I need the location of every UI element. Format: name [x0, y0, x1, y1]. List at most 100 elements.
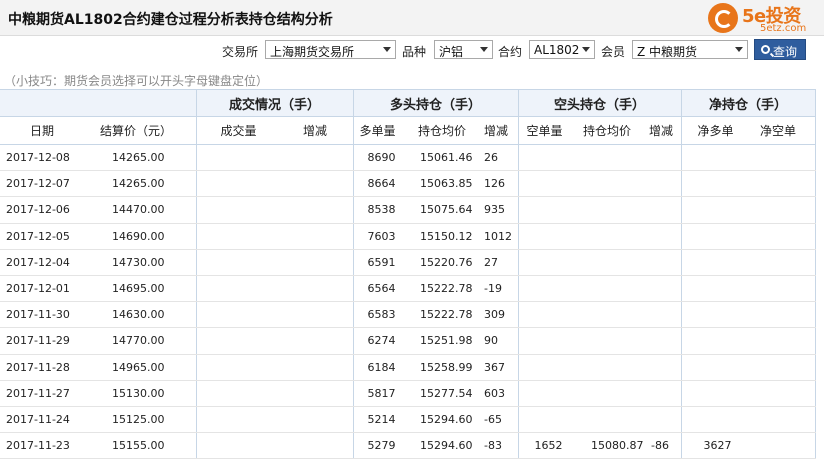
cell-short-avg — [579, 275, 650, 303]
cell-short-avg — [579, 354, 650, 381]
cell-volume-empty — [195, 223, 283, 250]
cell-volume-empty — [195, 380, 283, 407]
cell-settle: 15130.00 — [90, 380, 197, 407]
col-volume: 成交量 — [195, 116, 283, 145]
cell-long-avg: 15222.78 — [412, 301, 481, 329]
col-short-chg: 增减 — [649, 116, 682, 145]
cell-volume-empty — [195, 275, 283, 303]
member-select[interactable]: Z 中粮期货 — [632, 40, 748, 59]
cell-long-avg: 15150.12 — [412, 223, 481, 250]
cell-net-short — [744, 144, 816, 172]
logo-domain: 5etz.com — [760, 23, 807, 34]
cell-net-short — [744, 275, 816, 303]
cell-net-short — [744, 249, 816, 276]
col-long-avg: 持仓均价 — [412, 116, 481, 145]
cell-long-chg: -83 — [480, 432, 519, 460]
cell-short-avg — [579, 170, 650, 198]
table-group-header: 成交情况（手） 多头持仓（手） 空头持仓（手） 净持仓（手） — [0, 89, 816, 117]
cell-short-chg — [649, 196, 682, 224]
cell-short-chg — [649, 275, 682, 303]
cell-long: 5279 — [353, 432, 413, 460]
cell-volume-empty — [195, 170, 283, 198]
cell-volume-empty — [283, 144, 354, 172]
contract-label: 合约 — [498, 45, 523, 59]
search-icon — [761, 45, 770, 54]
cell-long-avg: 15251.98 — [412, 327, 481, 355]
cell-short-chg — [649, 170, 682, 198]
cell-long: 8538 — [353, 196, 413, 224]
cell-volume-empty — [283, 249, 354, 276]
cell-short — [518, 354, 580, 381]
col-settle: 结算价（元） — [90, 116, 197, 145]
cell-short-avg — [579, 380, 650, 407]
cell-long: 5817 — [353, 380, 413, 407]
cell-net-long — [681, 170, 745, 198]
cell-net-short — [744, 327, 816, 355]
cell-net-long — [681, 249, 745, 276]
cell-net-long — [681, 406, 745, 434]
cell-long-chg: 26 — [480, 144, 519, 172]
cell-settle: 14770.00 — [90, 327, 197, 355]
cell-long: 8664 — [353, 170, 413, 198]
cell-settle: 14265.00 — [90, 170, 197, 198]
cell-settle: 14630.00 — [90, 301, 197, 329]
cell-short-avg — [579, 327, 650, 355]
cell-long-chg: 367 — [480, 354, 519, 381]
table-row: 2017-12-06 14470.00 8538 15075.64 935 — [0, 196, 816, 224]
cell-volume-empty — [195, 354, 283, 381]
cell-volume-empty — [283, 301, 354, 329]
cell-volume-empty — [283, 223, 354, 250]
col-long: 多单量 — [353, 116, 413, 145]
cell-short-avg: 15080.87 — [579, 432, 650, 460]
cell-date: 2017-11-27 — [0, 380, 90, 407]
cell-volume-empty — [195, 432, 283, 460]
product-label: 品种 — [402, 45, 427, 59]
cell-net-short — [744, 223, 816, 250]
table-column-header: 日期 结算价（元） 成交量 增减 多单量 持仓均价 增减 空单量 持仓均价 增减… — [0, 116, 816, 145]
cell-short-avg — [579, 301, 650, 329]
cell-date: 2017-12-06 — [0, 196, 90, 224]
page-title: 中粮期货AL1802合约建仓过程分析表持仓结构分析 — [8, 12, 333, 28]
table-row: 2017-12-05 14690.00 7603 15150.12 1012 — [0, 223, 816, 250]
cell-net-long — [681, 144, 745, 172]
table-row: 2017-11-23 15155.00 5279 15294.60 -83 1652 150… — [0, 432, 816, 460]
cell-net-long: 3627 — [681, 432, 745, 460]
cell-long-avg: 15294.60 — [412, 432, 481, 460]
cell-date: 2017-11-24 — [0, 406, 90, 434]
cell-settle: 15155.00 — [90, 432, 197, 460]
cell-short — [518, 301, 580, 329]
contract-select[interactable]: AL1802 — [529, 40, 595, 59]
cell-long-chg: 90 — [480, 327, 519, 355]
cell-long-chg: 1012 — [480, 223, 519, 250]
cell-long-avg: 15075.64 — [412, 196, 481, 224]
cell-volume-empty — [195, 144, 283, 172]
col-net-short: 净空单 — [744, 116, 816, 145]
query-button[interactable]: 查询 — [754, 39, 806, 60]
cell-volume-empty — [195, 327, 283, 355]
exchange-select[interactable]: 上海期货交易所 — [265, 40, 396, 59]
chevron-down-icon — [735, 47, 743, 52]
site-logo[interactable]: 5e投资 5etz.com — [708, 2, 820, 36]
cell-date: 2017-12-07 — [0, 170, 90, 198]
cell-short-chg — [649, 144, 682, 172]
member-label: 会员 — [601, 45, 626, 59]
table-row: 2017-11-24 15125.00 5214 15294.60 -65 — [0, 406, 816, 434]
cell-net-long — [681, 327, 745, 355]
col-short: 空单量 — [518, 116, 580, 145]
cell-long-chg: 126 — [480, 170, 519, 198]
cell-short-avg — [579, 249, 650, 276]
cell-settle: 14695.00 — [90, 275, 197, 303]
cell-short-avg — [579, 144, 650, 172]
cell-volume-empty — [283, 406, 354, 434]
cell-settle: 14690.00 — [90, 223, 197, 250]
cell-short-avg — [579, 406, 650, 434]
cell-long-avg: 15061.46 — [412, 144, 481, 172]
product-select[interactable]: 沪铝 — [434, 40, 493, 59]
cell-net-long — [681, 196, 745, 224]
cell-short-chg — [649, 327, 682, 355]
table-row: 2017-11-30 14630.00 6583 15222.78 309 — [0, 301, 816, 329]
cell-date: 2017-12-04 — [0, 249, 90, 276]
table-row: 2017-12-07 14265.00 8664 15063.85 126 — [0, 170, 816, 198]
cell-date: 2017-12-08 — [0, 144, 90, 172]
cell-short — [518, 275, 580, 303]
